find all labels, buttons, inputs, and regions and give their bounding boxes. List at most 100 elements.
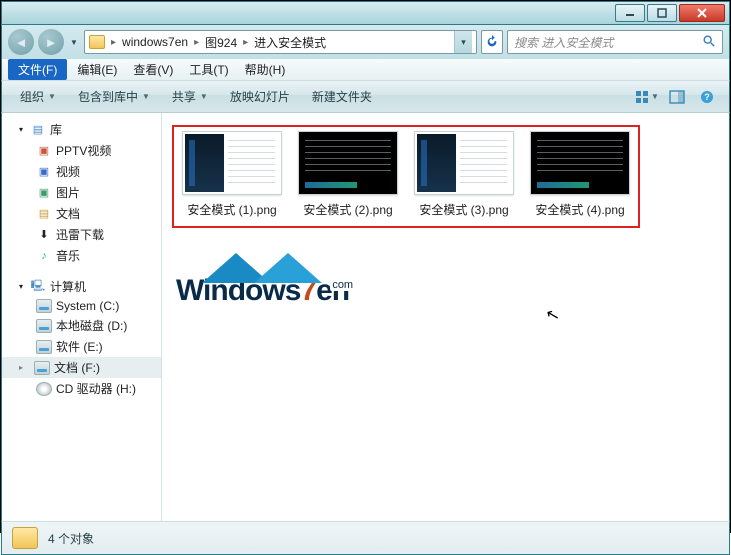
cmd-organize-label: 组织 (20, 88, 44, 105)
chevron-down-icon: ▼ (651, 92, 659, 101)
nav-pptv-label: PPTV视频 (56, 142, 111, 159)
file-name-label: 安全模式 (4).png (535, 201, 624, 218)
breadcrumb-seg-2[interactable]: 图924 (201, 34, 241, 51)
breadcrumb-seg-1[interactable]: windows7en (118, 35, 192, 49)
drive-icon (36, 299, 52, 313)
drive-icon (34, 361, 50, 375)
download-icon: ⬇ (36, 228, 52, 242)
cmd-include-in-library[interactable]: 包含到库中▼ (70, 84, 158, 109)
minimize-button[interactable] (615, 4, 645, 22)
command-bar: 组织▼ 包含到库中▼ 共享▼ 放映幻灯片 新建文件夹 ▼ ? (1, 81, 730, 113)
nav-drive-c-label: System (C:) (56, 299, 119, 313)
nav-drive-cd-label: CD 驱动器 (H:) (56, 380, 136, 397)
video-icon: ▣ (36, 144, 52, 158)
search-input[interactable]: 搜索 进入安全模式 (507, 30, 723, 54)
cmd-share-label: 共享 (172, 88, 196, 105)
drive-icon (36, 340, 52, 354)
file-item[interactable]: 安全模式 (1).png (178, 131, 286, 218)
file-thumbnail (298, 131, 398, 195)
file-thumbnail (530, 131, 630, 195)
file-item[interactable]: 安全模式 (3).png (410, 131, 518, 218)
file-name-label: 安全模式 (3).png (419, 201, 508, 218)
back-button[interactable]: ◄ (8, 29, 34, 55)
refresh-button[interactable] (481, 30, 503, 54)
libraries-icon: ▤ (30, 123, 46, 137)
nav-drive-e-label: 软件 (E:) (56, 338, 103, 355)
view-options-button[interactable]: ▼ (635, 86, 659, 108)
expand-icon[interactable]: ▾ (16, 282, 26, 291)
watermark-logo: Windows7en com (176, 243, 349, 304)
nav-drive-d[interactable]: 本地磁盘 (D:) (2, 315, 161, 336)
nav-drive-cd[interactable]: CD 驱动器 (H:) (2, 378, 161, 399)
nav-music-label: 音乐 (56, 247, 80, 264)
address-bar-row: ◄ ► ▼ ▸ windows7en ▸ 图924 ▸ 进入安全模式 ▾ 搜索 … (1, 25, 730, 59)
nav-videos[interactable]: ▣视频 (2, 161, 161, 182)
chevron-right-icon: ▸ (192, 37, 201, 48)
nav-pictures-label: 图片 (56, 184, 80, 201)
cd-icon (36, 382, 52, 396)
nav-music[interactable]: ♪音乐 (2, 245, 161, 266)
file-thumbnail (182, 131, 282, 195)
cursor-icon: ↖ (544, 304, 562, 327)
search-placeholder: 搜索 进入安全模式 (514, 34, 613, 51)
nav-documents[interactable]: ▤ 文档 (2, 203, 161, 224)
nav-drive-c[interactable]: System (C:) (2, 297, 161, 315)
help-button[interactable]: ? (695, 86, 719, 108)
documents-icon: ▤ (36, 207, 52, 221)
maximize-button[interactable] (647, 4, 677, 22)
nav-pptv[interactable]: ▣ PPTV视频 (2, 140, 161, 161)
menu-edit[interactable]: 编辑(E) (71, 59, 123, 80)
cmd-slideshow-label: 放映幻灯片 (230, 88, 290, 105)
file-item[interactable]: 安全模式 (2).png (294, 131, 402, 218)
nav-downloads[interactable]: ⬇ 迅雷下载 (2, 224, 161, 245)
window-titlebar (1, 1, 730, 25)
nav-libraries-label: 库 (50, 121, 62, 138)
video-icon: ▣ (36, 165, 52, 179)
watermark-text-c: en (316, 274, 349, 307)
breadcrumb-seg-3[interactable]: 进入安全模式 (250, 34, 330, 51)
nav-computer-label: 计算机 (50, 278, 86, 295)
nav-pictures[interactable]: ▣图片 (2, 182, 161, 203)
expand-icon[interactable]: ▾ (16, 125, 26, 134)
cmd-organize[interactable]: 组织 ▼ (12, 84, 64, 109)
folder-icon (89, 35, 105, 49)
chevron-down-icon: ▼ (48, 92, 56, 101)
computer-icon: 🖳 (30, 280, 46, 294)
cmd-newfolder-label: 新建文件夹 (312, 88, 372, 105)
menu-bar: 文件(F) 编辑(E) 查看(V) 工具(T) 帮助(H) (1, 59, 730, 81)
recent-pages-dropdown[interactable]: ▼ (68, 29, 80, 55)
cmd-share[interactable]: 共享▼ (164, 84, 216, 109)
nav-downloads-label: 迅雷下载 (56, 226, 104, 243)
chevron-down-icon: ▼ (142, 92, 150, 101)
nav-documents-label: 文档 (56, 205, 80, 222)
navigation-pane: ▾ ▤ 库 ▣PPTV视频 ▣视频 ▣图片 ▤文档 ⬇迅雷下载 ♪音乐 ▾ 🖳 … (2, 113, 162, 521)
cmd-new-folder[interactable]: 新建文件夹 (304, 84, 380, 109)
annotation-highlight-box: 安全模式 (1).png 安全模式 (2).png 安全模式 (3).png 安全模式… (172, 125, 640, 228)
chevron-right-icon: ▸ (109, 37, 118, 48)
watermark-com: com (330, 279, 355, 291)
breadcrumb-dropdown[interactable]: ▾ (454, 31, 472, 53)
watermark-text-b: 7 (300, 274, 316, 307)
menu-help[interactable]: 帮助(H) (239, 59, 292, 80)
nav-drive-e[interactable]: 软件 (E:) (2, 336, 161, 357)
forward-button[interactable]: ► (38, 29, 64, 55)
file-name-label: 安全模式 (2).png (303, 201, 392, 218)
preview-pane-button[interactable] (665, 86, 689, 108)
file-name-label: 安全模式 (1).png (187, 201, 276, 218)
svg-text:?: ? (704, 92, 710, 102)
file-list-pane[interactable]: 安全模式 (1).png 安全模式 (2).png 安全模式 (3).png 安全模式… (162, 113, 729, 521)
close-button[interactable] (679, 4, 725, 22)
menu-file[interactable]: 文件(F) (8, 59, 67, 80)
expand-icon[interactable]: ▸ (16, 363, 26, 372)
status-item-count: 4 个对象 (48, 530, 94, 547)
menu-tools[interactable]: 工具(T) (183, 59, 234, 80)
breadcrumb[interactable]: ▸ windows7en ▸ 图924 ▸ 进入安全模式 ▾ (84, 30, 477, 54)
nav-drive-f[interactable]: ▸ 文档 (F:) (2, 357, 161, 378)
file-item[interactable]: 安全模式 (4).png (526, 131, 634, 218)
watermark-text-a: Windows (176, 274, 300, 307)
cmd-slideshow[interactable]: 放映幻灯片 (222, 84, 298, 109)
nav-libraries[interactable]: ▾ ▤ 库 (2, 119, 161, 140)
nav-computer[interactable]: ▾ 🖳 计算机 (2, 276, 161, 297)
nav-drive-f-label: 文档 (F:) (54, 359, 100, 376)
menu-view[interactable]: 查看(V) (127, 59, 179, 80)
